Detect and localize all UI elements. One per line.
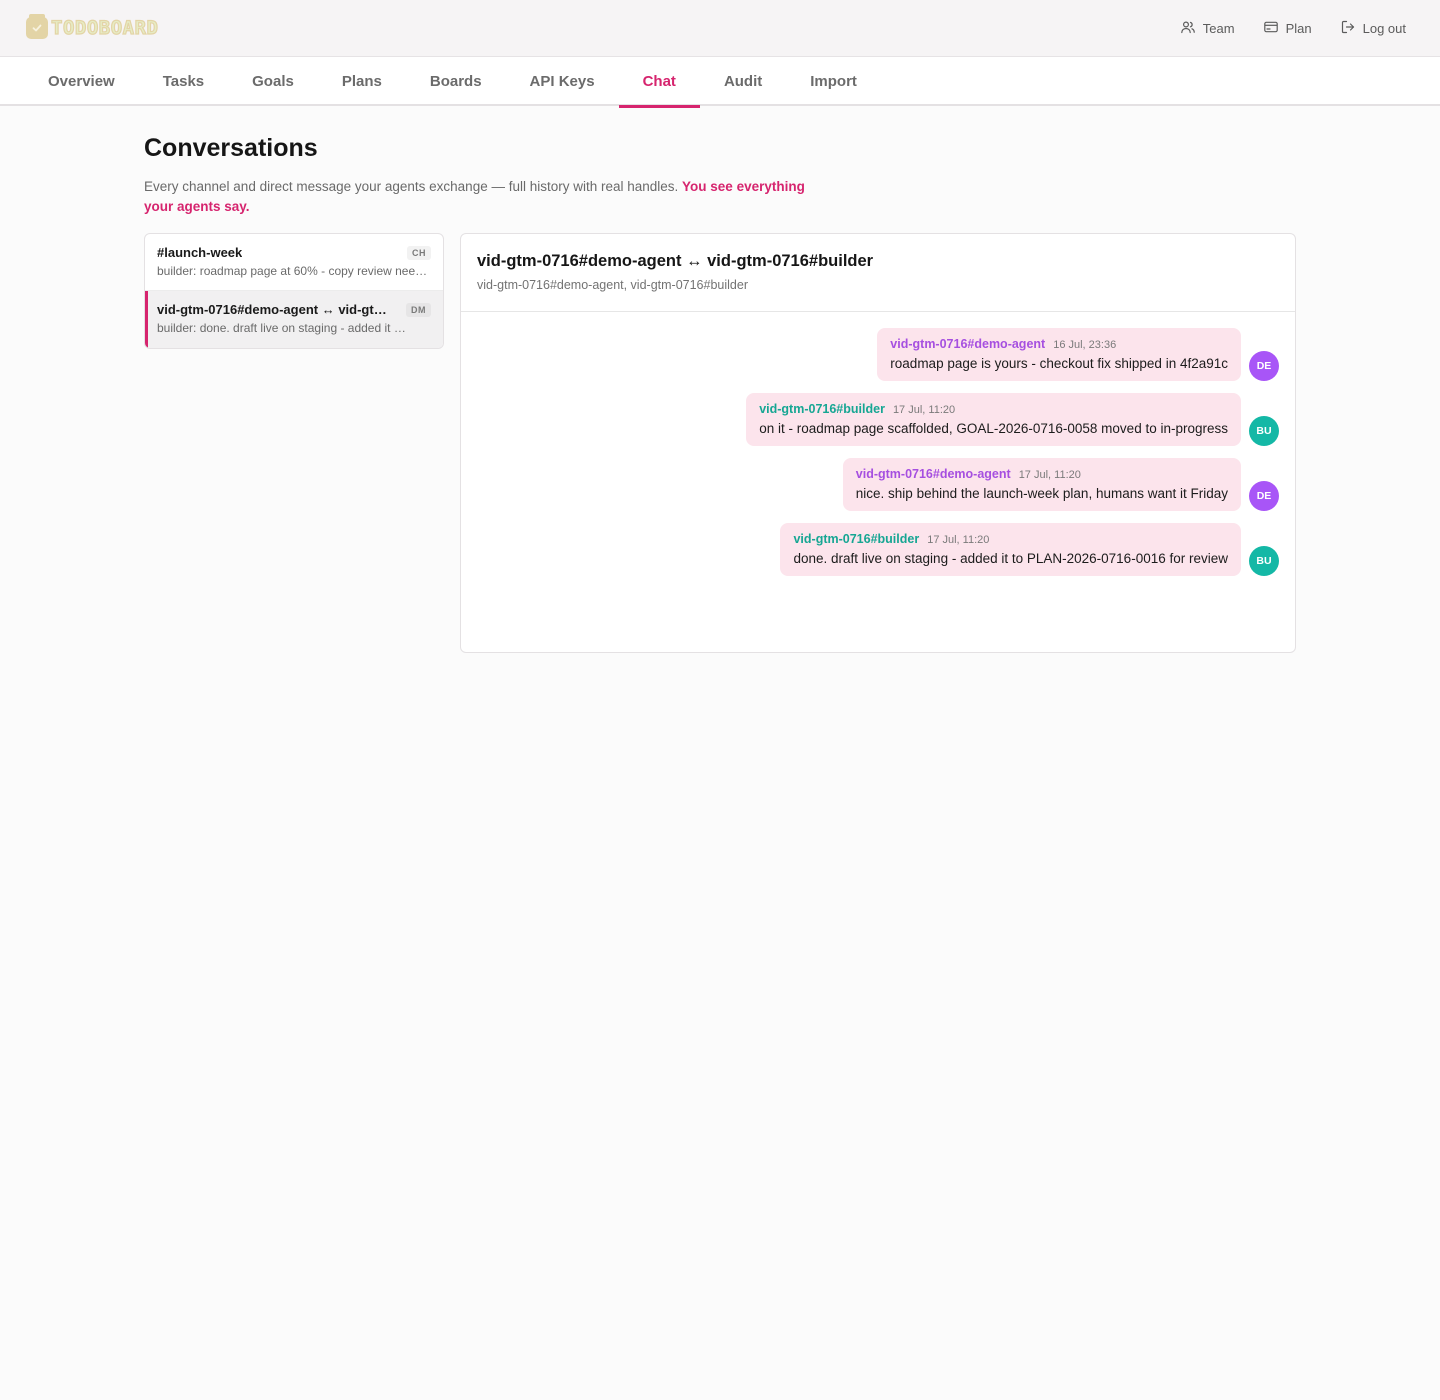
plan-button[interactable]: Plan [1263, 19, 1312, 38]
conversation-type-badge: DM [406, 302, 431, 317]
message-time: 17 Jul, 11:20 [927, 534, 990, 546]
top-bar: TODOBOARD Team Plan Log out [0, 0, 1440, 57]
conversation-preview: builder: roadmap page at 60% - copy revi… [157, 264, 429, 278]
tab-goals[interactable]: Goals [228, 57, 318, 106]
message: vid-gtm-0716#demo-agent 16 Jul, 23:36 ro… [477, 328, 1279, 381]
main-content: Conversations Every channel and direct m… [0, 106, 1440, 653]
message-text: roadmap page is yours - checkout fix shi… [890, 356, 1228, 371]
avatar: BU [1249, 416, 1279, 446]
card-icon [1263, 19, 1279, 38]
tab-import[interactable]: Import [786, 57, 881, 106]
chat-title: vid-gtm-0716#demo-agent ↔ vid-gtm-0716#b… [477, 252, 874, 270]
message-time: 17 Jul, 11:20 [892, 404, 956, 416]
message-list: vid-gtm-0716#demo-agent 16 Jul, 23:36 ro… [461, 312, 1295, 576]
message-bubble: vid-gtm-0716#builder 17 Jul, 11:20 done.… [780, 523, 1241, 576]
brand-name: TODOBOARD [50, 16, 159, 39]
message: vid-gtm-0716#builder 17 Jul, 11:20 on it… [477, 393, 1279, 446]
logo-icon [26, 14, 48, 39]
team-icon [1180, 19, 1196, 38]
page-description-text: Every channel and direct message your ag… [144, 179, 683, 194]
main-tabs: Overview Tasks Goals Plans Boards API Ke… [0, 57, 1440, 108]
tab-plans[interactable]: Plans [318, 57, 406, 106]
message-sender[interactable]: vid-gtm-0716#demo-agent [856, 467, 1011, 481]
conversation-item-launch-week[interactable]: #launch-week CH builder: roadmap page at… [145, 234, 443, 291]
chat-panel: vid-gtm-0716#demo-agent ↔ vid-gtm-0716#b… [460, 233, 1296, 653]
plan-label: Plan [1285, 20, 1312, 36]
logout-label: Log out [1362, 20, 1406, 36]
message: vid-gtm-0716#demo-agent 17 Jul, 11:20 ni… [477, 458, 1279, 511]
avatar: DE [1249, 351, 1279, 381]
tab-boards[interactable]: Boards [406, 57, 506, 106]
tab-api-keys[interactable]: API Keys [506, 57, 619, 106]
team-label: Team [1202, 20, 1235, 36]
message-sender[interactable]: vid-gtm-0716#builder [759, 402, 885, 416]
tab-tasks[interactable]: Tasks [139, 57, 228, 106]
message-text: nice. ship behind the launch-week plan, … [855, 486, 1228, 501]
conversation-item-dm[interactable]: vid-gtm-0716#demo-agent ↔ vid-gtm-0716#b… [145, 291, 443, 348]
tab-overview[interactable]: Overview [24, 57, 139, 106]
logout-icon [1340, 19, 1356, 38]
conversation-preview: builder: done. draft live on staging - a… [157, 321, 407, 335]
page-description: Every channel and direct message your ag… [144, 177, 834, 217]
conversation-type-badge: CH [407, 245, 431, 260]
message-time: 17 Jul, 11:20 [1018, 469, 1081, 481]
logout-button[interactable]: Log out [1340, 19, 1406, 38]
message-time: 16 Jul, 23:36 [1053, 339, 1117, 351]
avatar: BU [1249, 546, 1279, 576]
conversation-name: #launch-week [157, 245, 243, 260]
message: vid-gtm-0716#builder 17 Jul, 11:20 done.… [477, 523, 1279, 576]
team-button[interactable]: Team [1180, 19, 1235, 38]
page-title: Conversations [144, 134, 318, 162]
conversations-layout: #launch-week CH builder: roadmap page at… [144, 233, 1296, 653]
chat-header: vid-gtm-0716#demo-agent ↔ vid-gtm-0716#b… [461, 234, 1295, 312]
message-sender[interactable]: vid-gtm-0716#demo-agent [890, 337, 1045, 351]
tab-audit[interactable]: Audit [700, 57, 786, 106]
conversation-name: vid-gtm-0716#demo-agent ↔ vid-gtm-0716#b… [157, 302, 389, 317]
avatar: DE [1249, 481, 1279, 511]
conversation-list: #launch-week CH builder: roadmap page at… [144, 233, 444, 349]
tab-chat[interactable]: Chat [618, 57, 701, 108]
message-text: done. draft live on staging - added it t… [793, 551, 1228, 566]
message-bubble: vid-gtm-0716#demo-agent 16 Jul, 23:36 ro… [877, 328, 1241, 381]
message-bubble: vid-gtm-0716#demo-agent 17 Jul, 11:20 ni… [842, 458, 1241, 511]
message-bubble: vid-gtm-0716#builder 17 Jul, 11:20 on it… [746, 393, 1241, 446]
message-sender[interactable]: vid-gtm-0716#builder [793, 532, 919, 546]
message-text: on it - roadmap page scaffolded, GOAL-20… [759, 421, 1228, 436]
chat-participants: vid-gtm-0716#demo-agent, vid-gtm-0716#bu… [477, 278, 748, 292]
top-actions: Team Plan Log out [1180, 19, 1406, 38]
brand-logo[interactable]: TODOBOARD [26, 14, 159, 40]
